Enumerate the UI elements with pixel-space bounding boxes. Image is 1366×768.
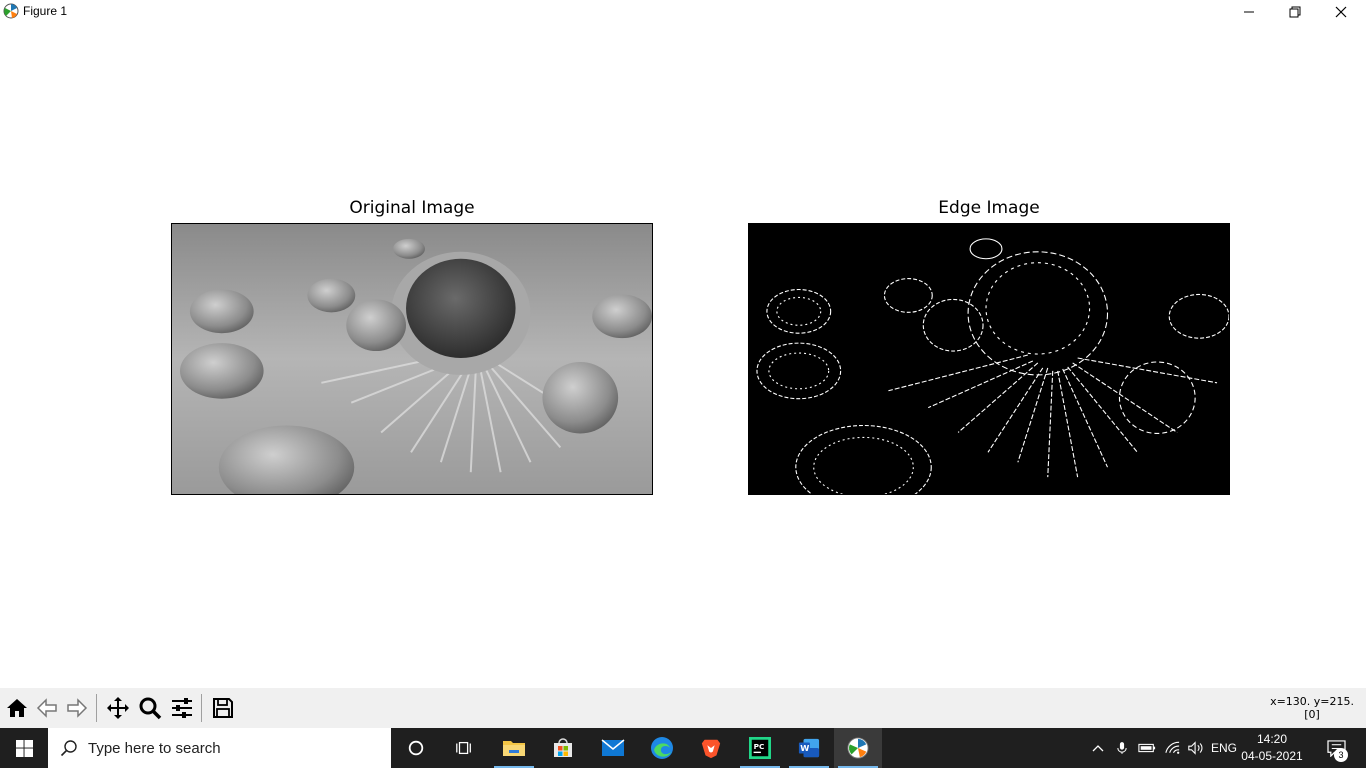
svg-text:PC: PC: [754, 742, 765, 751]
word-button[interactable]: W: [785, 728, 833, 768]
search-icon: [60, 740, 77, 757]
restore-button[interactable]: [1272, 0, 1318, 24]
volume-tray[interactable]: [1185, 728, 1207, 768]
pycharm-button[interactable]: PC: [736, 728, 784, 768]
microsoft-store-icon: [554, 738, 572, 757]
grayscale-cancer-cell-image: [172, 224, 652, 494]
restore-icon: [1289, 6, 1301, 18]
task-view-icon: [456, 741, 471, 755]
battery-icon: [1138, 743, 1156, 753]
save-icon: [213, 698, 233, 718]
taskbar: PC W ENG 14:20 04-05-2021 3: [0, 728, 1366, 768]
file-explorer-icon: [503, 741, 525, 756]
mail-button[interactable]: [589, 728, 637, 768]
back-icon: [36, 698, 57, 718]
toolbar-separator: [201, 694, 202, 722]
matplotlib-icon: [847, 737, 869, 759]
home-icon: [7, 699, 27, 717]
windows-icon: [15, 739, 33, 757]
show-hidden-icons-button[interactable]: [1088, 728, 1108, 768]
start-button[interactable]: [0, 728, 48, 768]
zoom-icon: [139, 697, 162, 720]
configure-subplots-icon: [172, 698, 192, 718]
original-image-title: Original Image: [349, 198, 475, 218]
pan-icon: [107, 697, 129, 719]
mail-icon: [601, 739, 625, 756]
cortana-button[interactable]: [392, 728, 440, 768]
window-title: Figure 1: [23, 4, 68, 18]
microphone-tray[interactable]: [1112, 728, 1132, 768]
zoom-button[interactable]: [136, 692, 164, 724]
forward-button[interactable]: [63, 692, 91, 724]
toolbar-separator: [96, 694, 97, 722]
edge-button[interactable]: [638, 728, 686, 768]
cortana-icon: [408, 740, 424, 756]
configure-subplots-button[interactable]: [168, 692, 196, 724]
search-input[interactable]: [88, 739, 368, 757]
notification-count-badge: 3: [1334, 748, 1348, 762]
edge-image-axes[interactable]: [748, 223, 1230, 495]
microphone-icon: [1117, 742, 1127, 754]
navigation-toolbar: x=130. y=215. [0]: [0, 688, 1366, 728]
file-explorer-button[interactable]: [490, 728, 538, 768]
window-titlebar: Figure 1: [0, 0, 1366, 24]
cursor-coordinates: x=130. y=215. [0]: [1270, 695, 1354, 721]
close-button[interactable]: [1318, 0, 1364, 24]
pan-button[interactable]: [104, 692, 132, 724]
word-icon: W: [798, 738, 820, 758]
microsoft-store-button[interactable]: [539, 728, 587, 768]
chevron-up-icon: [1092, 745, 1104, 752]
matplotlib-icon: [3, 3, 19, 19]
system-clock[interactable]: 14:20 04-05-2021: [1234, 731, 1310, 765]
minimize-icon: [1244, 11, 1254, 13]
brave-button[interactable]: [687, 728, 735, 768]
pycharm-icon: PC: [749, 737, 771, 759]
speaker-icon: [1188, 741, 1203, 755]
action-center-button[interactable]: [1320, 728, 1352, 768]
clock-date: 04-05-2021: [1241, 749, 1303, 763]
back-button[interactable]: [33, 692, 61, 724]
matplotlib-taskbar-button[interactable]: [834, 728, 882, 768]
brave-icon: [701, 739, 721, 759]
coords-xy: x=130. y=215.: [1270, 695, 1354, 708]
wifi-icon: [1164, 741, 1179, 754]
figure-canvas[interactable]: Original Image Edge Image: [0, 24, 1366, 688]
close-icon: [1335, 6, 1347, 18]
taskbar-search[interactable]: [48, 728, 391, 768]
minimize-button[interactable]: [1226, 0, 1272, 24]
home-button[interactable]: [3, 692, 31, 724]
save-button[interactable]: [209, 692, 237, 724]
edge-image-title: Edge Image: [938, 198, 1040, 218]
original-image-axes[interactable]: [171, 223, 653, 495]
network-tray[interactable]: [1161, 728, 1183, 768]
canny-edge-image: [749, 224, 1229, 494]
edge-icon: [651, 737, 673, 759]
clock-time: 14:20: [1256, 732, 1288, 746]
task-view-button[interactable]: [440, 728, 488, 768]
coords-value: [0]: [1304, 708, 1320, 721]
svg-text:W: W: [800, 743, 809, 753]
forward-icon: [67, 698, 88, 718]
battery-tray[interactable]: [1136, 728, 1158, 768]
